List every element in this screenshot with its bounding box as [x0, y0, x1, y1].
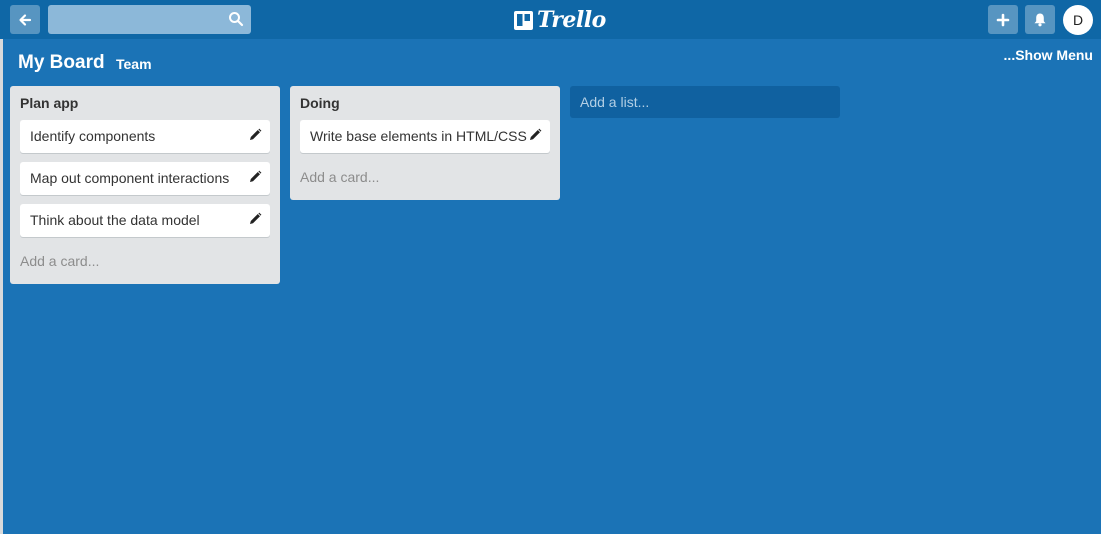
card-title: Map out component interactions — [30, 170, 230, 186]
card-title: Identify components — [30, 128, 156, 144]
list-title[interactable]: Doing — [300, 86, 550, 120]
card[interactable]: Identify components — [20, 120, 270, 153]
board-title[interactable]: My Board — [18, 52, 105, 74]
card[interactable]: Map out component interactions — [20, 162, 270, 195]
pencil-icon[interactable] — [248, 212, 262, 226]
add-list-button[interactable]: Add a list... — [570, 86, 840, 118]
board-team-label[interactable]: Team — [116, 56, 152, 72]
add-button[interactable] — [988, 5, 1018, 34]
list-plan-app: Plan app Identify components Map out com… — [10, 86, 280, 284]
pencil-icon[interactable] — [248, 170, 262, 184]
pencil-icon[interactable] — [248, 128, 262, 142]
card-title: Write base elements in HTML/CSS — [310, 128, 527, 144]
back-button[interactable] — [10, 5, 40, 34]
search-input[interactable] — [48, 5, 251, 34]
trello-logo[interactable]: Trello — [514, 7, 606, 33]
list-title[interactable]: Plan app — [20, 86, 270, 120]
show-menu-link[interactable]: ...Show Menu — [1004, 47, 1093, 63]
plus-icon — [996, 13, 1010, 26]
pencil-icon[interactable] — [528, 128, 542, 142]
header-bar: Trello D — [0, 0, 1101, 39]
notifications-button[interactable] — [1025, 5, 1055, 34]
logo-text: Trello — [537, 7, 606, 33]
card[interactable]: Think about the data model — [20, 204, 270, 237]
avatar[interactable]: D — [1063, 5, 1093, 35]
window-edge-strip — [0, 0, 3, 534]
arrow-left-icon — [19, 13, 32, 26]
add-card-button[interactable]: Add a card... — [300, 162, 550, 192]
list-doing: Doing Write base elements in HTML/CSS Ad… — [290, 86, 560, 200]
search-icon[interactable] — [228, 11, 244, 27]
card-title: Think about the data model — [30, 212, 200, 228]
card[interactable]: Write base elements in HTML/CSS — [300, 120, 550, 153]
add-card-button[interactable]: Add a card... — [20, 246, 270, 276]
bell-icon — [1034, 13, 1046, 27]
trello-board-icon — [514, 10, 533, 30]
